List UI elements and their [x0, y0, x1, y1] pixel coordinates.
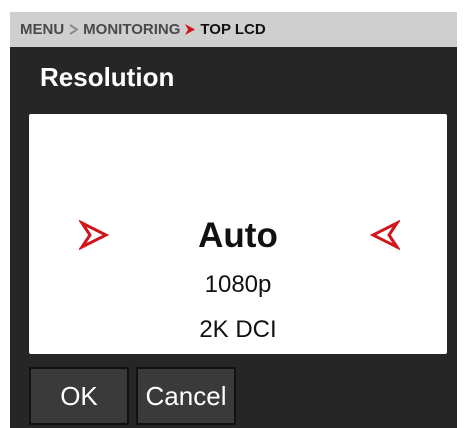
picker-option[interactable]: 1080p — [29, 271, 447, 299]
chevron-right-icon — [69, 24, 79, 35]
chevron-right-icon — [185, 24, 196, 35]
breadcrumb-item-menu[interactable]: MENU — [20, 21, 64, 38]
breadcrumb: MENU MONITORING TOP LCD — [10, 12, 457, 47]
ok-button[interactable]: OK — [29, 367, 129, 425]
breadcrumb-item-monitoring[interactable]: MONITORING — [83, 21, 180, 38]
breadcrumb-item-top-lcd: TOP LCD — [200, 21, 266, 38]
picker-option[interactable]: 2K DCI — [29, 316, 447, 344]
top-lcd-menu-screen: MENU MONITORING TOP LCD Resolution Auto … — [10, 12, 457, 428]
page-title: Resolution — [40, 62, 175, 92]
cancel-button[interactable]: Cancel — [136, 367, 236, 425]
resolution-picker[interactable]: Auto 1080p 2K DCI — [29, 114, 447, 354]
red-arrow-left-icon[interactable] — [369, 219, 402, 255]
